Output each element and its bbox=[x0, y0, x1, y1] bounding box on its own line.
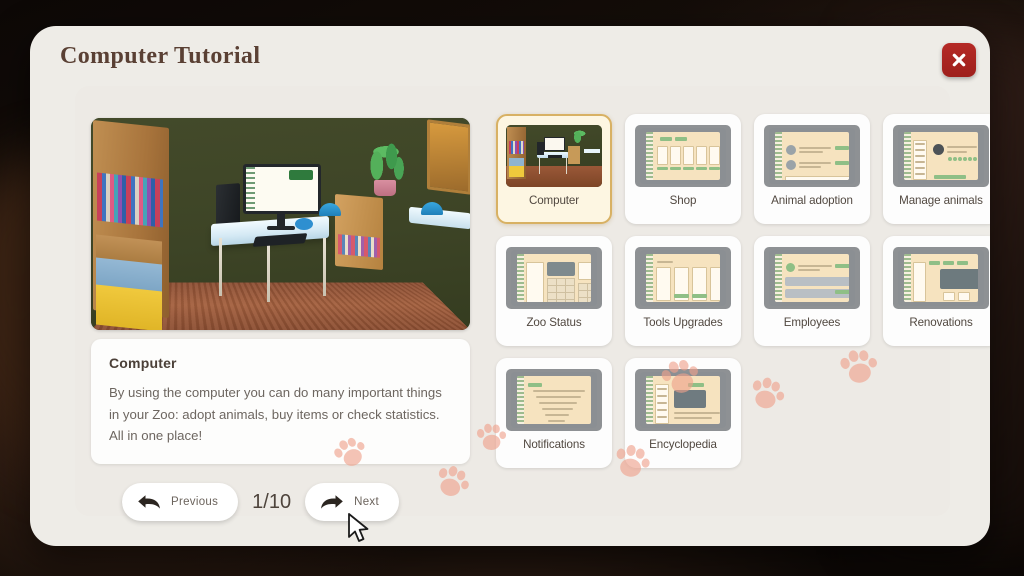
preview-image bbox=[91, 118, 470, 330]
thumbnail-card-tools-upgrades[interactable]: Tools Upgrades bbox=[625, 236, 741, 346]
thumbnail-card-encyclopedia[interactable]: Encyclopedia bbox=[625, 358, 741, 468]
thumbnail-image bbox=[506, 125, 602, 187]
arrow-left-curved-icon bbox=[138, 495, 160, 509]
arrow-right-curved-icon bbox=[321, 495, 343, 509]
thumbnail-image bbox=[635, 369, 731, 431]
thumbnail-card-notifications[interactable]: Notifications bbox=[496, 358, 612, 468]
tutorial-dialog: Computer Tutorial Computer By using the … bbox=[30, 26, 990, 546]
thumbnail-label: Employees bbox=[783, 316, 841, 329]
thumbnail-image bbox=[893, 125, 989, 187]
thumbnail-image bbox=[764, 125, 860, 187]
thumbnail-card-employees[interactable]: Employees bbox=[754, 236, 870, 346]
page-counter: 1/10 bbox=[252, 490, 292, 513]
thumbnail-image bbox=[506, 247, 602, 309]
thumbnail-image bbox=[635, 125, 731, 187]
thumbnail-card-computer[interactable]: Computer bbox=[496, 114, 612, 224]
thumbnail-label: Shop bbox=[669, 194, 697, 207]
previous-button[interactable]: Previous bbox=[122, 483, 239, 521]
thumbnail-image bbox=[893, 247, 989, 309]
thumbnail-image bbox=[506, 369, 602, 431]
next-button-label: Next bbox=[354, 496, 379, 508]
thumbnail-card-zoo-status[interactable]: Zoo Status bbox=[496, 236, 612, 346]
thumbnail-card-shop[interactable]: Shop bbox=[625, 114, 741, 224]
thumbnail-label: Encyclopedia bbox=[649, 438, 717, 451]
description-card: Computer By using the computer you can d… bbox=[91, 339, 470, 464]
thumbnail-image bbox=[635, 247, 731, 309]
thumbnail-card-manage-animals[interactable]: Manage animals bbox=[883, 114, 990, 224]
close-button[interactable] bbox=[942, 43, 976, 77]
thumbnail-card-animal-adoption[interactable]: Animal adoption bbox=[754, 114, 870, 224]
thumbnail-label: Notifications bbox=[523, 438, 585, 451]
close-x-icon bbox=[952, 53, 966, 67]
tutorial-thumbnail-grid: Computer Shop Animal adoption Manage ani… bbox=[496, 114, 990, 468]
navigation-bar: Previous 1/10 Next bbox=[121, 483, 399, 521]
thumbnail-label: Manage animals bbox=[899, 194, 983, 207]
thumbnail-image bbox=[764, 247, 860, 309]
thumbnail-label: Tools Upgrades bbox=[643, 316, 723, 329]
description-heading: Computer bbox=[109, 355, 177, 371]
page-title: Computer Tutorial bbox=[60, 43, 261, 69]
thumbnail-label: Zoo Status bbox=[526, 316, 582, 329]
description-body: By using the computer you can do many im… bbox=[109, 385, 442, 444]
thumbnail-label: Computer bbox=[528, 194, 580, 207]
thumbnail-card-renovations[interactable]: Renovations bbox=[883, 236, 990, 346]
thumbnail-label: Renovations bbox=[909, 316, 973, 329]
previous-button-label: Previous bbox=[171, 496, 219, 508]
thumbnail-label: Animal adoption bbox=[771, 194, 853, 207]
next-button[interactable]: Next bbox=[305, 483, 399, 521]
